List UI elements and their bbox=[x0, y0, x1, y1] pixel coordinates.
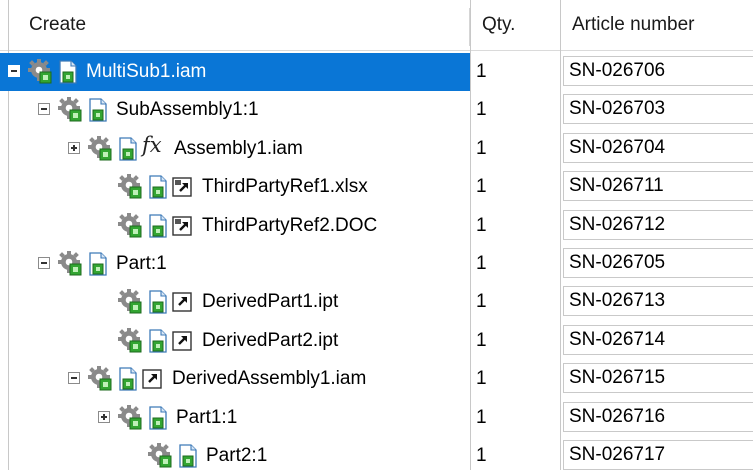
tree-cell[interactable]: Part:1 bbox=[0, 245, 470, 283]
article-number-field[interactable]: SN-026705 bbox=[563, 248, 753, 278]
tree-cell[interactable]: MultiSub1.iam bbox=[0, 53, 470, 91]
derived-reference-icon bbox=[172, 292, 192, 313]
third-party-reference-icon bbox=[172, 215, 192, 236]
row-name: DerivedAssembly1.iam bbox=[172, 368, 367, 390]
tree-cell[interactable]: fx Assembly1.iam bbox=[0, 130, 470, 168]
row-name: ThirdPartyRef2.DOC bbox=[202, 214, 378, 236]
collapse-toggle-icon[interactable] bbox=[38, 103, 50, 116]
tree-row[interactable]: DerivedPart1.ipt 1 SN-026713 bbox=[0, 283, 753, 321]
tree-cell[interactable]: SubAssembly1:1 bbox=[0, 91, 470, 129]
tree-cell[interactable]: Part1:1 bbox=[0, 399, 470, 437]
article-number-field[interactable]: SN-026703 bbox=[563, 94, 753, 125]
row-name: ThirdPartyRef1.xlsx bbox=[202, 176, 368, 198]
component-gear-icon bbox=[116, 173, 144, 201]
row-quantity: 1 bbox=[476, 214, 487, 236]
document-file-icon bbox=[178, 444, 198, 468]
row-quantity: 1 bbox=[476, 329, 487, 351]
component-gear-icon bbox=[116, 212, 144, 240]
article-number-field[interactable]: SN-026716 bbox=[563, 401, 753, 432]
tree-row[interactable]: Part1:1 1 SN-026716 bbox=[0, 399, 753, 437]
expand-toggle-icon[interactable] bbox=[68, 141, 80, 154]
component-gear-icon bbox=[116, 288, 144, 316]
document-file-icon bbox=[118, 137, 138, 161]
tree-cell[interactable]: ThirdPartyRef2.DOC bbox=[0, 207, 470, 245]
document-file-icon bbox=[88, 98, 108, 123]
row-name: DerivedPart2.ipt bbox=[202, 329, 339, 351]
document-file-icon bbox=[148, 405, 168, 430]
tree-row[interactable]: SubAssembly1:1 1 SN-026703 bbox=[0, 91, 753, 129]
assembly-tree-grid: Create Qty. Article number MultiSub1.iam… bbox=[0, 0, 753, 470]
component-gear-icon bbox=[26, 58, 54, 86]
column-header-create[interactable]: Create bbox=[0, 0, 470, 50]
tree-row[interactable]: fx Assembly1.iam 1 SN-026704 bbox=[0, 130, 753, 168]
tree-cell[interactable]: DerivedAssembly1.iam bbox=[0, 360, 470, 398]
row-quantity: 1 bbox=[476, 445, 487, 466]
row-quantity: 1 bbox=[476, 253, 487, 274]
component-gear-icon bbox=[86, 135, 114, 163]
row-name: Part2:1 bbox=[206, 445, 268, 466]
grid-header: Create Qty. Article number bbox=[0, 0, 753, 51]
document-file-icon bbox=[148, 213, 168, 238]
row-quantity: 1 bbox=[476, 99, 487, 121]
collapse-toggle-icon[interactable] bbox=[8, 65, 20, 77]
document-file-icon bbox=[58, 60, 78, 84]
row-quantity: 1 bbox=[476, 137, 487, 159]
third-party-reference-icon bbox=[172, 177, 192, 197]
article-number-field[interactable]: SN-026706 bbox=[563, 56, 753, 86]
tree-row[interactable]: Part2:1 1 SN-026717 bbox=[0, 437, 753, 475]
row-quantity: 1 bbox=[476, 176, 487, 198]
article-number-field[interactable]: SN-026714 bbox=[563, 324, 753, 355]
tree-row[interactable]: Part:1 1 SN-026705 bbox=[0, 245, 753, 283]
document-file-icon bbox=[148, 329, 168, 353]
component-gear-icon bbox=[56, 96, 84, 124]
component-gear-icon bbox=[86, 365, 114, 393]
row-quantity: 1 bbox=[476, 368, 487, 390]
row-name: Part1:1 bbox=[176, 406, 238, 428]
tree-row[interactable]: ThirdPartyRef2.DOC 1 SN-026712 bbox=[0, 207, 753, 245]
derived-reference-icon bbox=[172, 331, 192, 351]
article-number-field[interactable]: SN-026713 bbox=[563, 286, 753, 317]
article-number-field[interactable]: SN-026717 bbox=[563, 440, 753, 470]
component-gear-icon bbox=[56, 250, 84, 278]
column-header-qty[interactable]: Qty. bbox=[470, 0, 560, 50]
row-quantity: 1 bbox=[476, 291, 487, 313]
component-gear-icon bbox=[116, 327, 144, 355]
formula-fx-icon: fx bbox=[142, 132, 162, 157]
tree-cell[interactable]: ThirdPartyRef1.xlsx bbox=[0, 168, 470, 206]
component-gear-icon bbox=[116, 404, 144, 432]
article-number-field[interactable]: SN-026711 bbox=[563, 171, 753, 202]
tree-cell[interactable]: DerivedPart1.ipt bbox=[0, 283, 470, 321]
row-name: Part:1 bbox=[116, 253, 167, 274]
collapse-toggle-icon[interactable] bbox=[38, 257, 50, 269]
tree-row[interactable]: MultiSub1.iam 1 SN-026706 bbox=[0, 53, 753, 91]
component-gear-icon bbox=[146, 442, 174, 470]
column-header-article-number[interactable]: Article number bbox=[560, 0, 753, 50]
row-name: MultiSub1.iam bbox=[86, 61, 207, 82]
article-number-field[interactable]: SN-026715 bbox=[563, 363, 753, 394]
collapse-toggle-icon[interactable] bbox=[68, 372, 80, 385]
article-number-field[interactable]: SN-026704 bbox=[563, 132, 753, 163]
article-number-field[interactable]: SN-026712 bbox=[563, 209, 753, 240]
row-name: SubAssembly1:1 bbox=[116, 99, 259, 121]
document-file-icon bbox=[148, 175, 168, 199]
row-quantity: 1 bbox=[476, 61, 487, 82]
tree-row[interactable]: DerivedAssembly1.iam 1 SN-026715 bbox=[0, 360, 753, 398]
header-divider bbox=[0, 50, 753, 51]
tree-cell[interactable]: Part2:1 bbox=[0, 437, 470, 475]
expand-toggle-icon[interactable] bbox=[98, 410, 110, 423]
row-name: DerivedPart1.ipt bbox=[202, 291, 339, 313]
derived-reference-icon bbox=[142, 369, 162, 389]
row-name: Assembly1.iam bbox=[174, 137, 303, 159]
document-file-icon bbox=[118, 367, 138, 391]
document-file-icon bbox=[148, 290, 168, 315]
tree-cell[interactable]: DerivedPart2.ipt bbox=[0, 322, 470, 360]
document-file-icon bbox=[88, 252, 108, 276]
row-quantity: 1 bbox=[476, 406, 487, 428]
tree-row[interactable]: DerivedPart2.ipt 1 SN-026714 bbox=[0, 322, 753, 360]
tree-row[interactable]: ThirdPartyRef1.xlsx 1 SN-026711 bbox=[0, 168, 753, 206]
